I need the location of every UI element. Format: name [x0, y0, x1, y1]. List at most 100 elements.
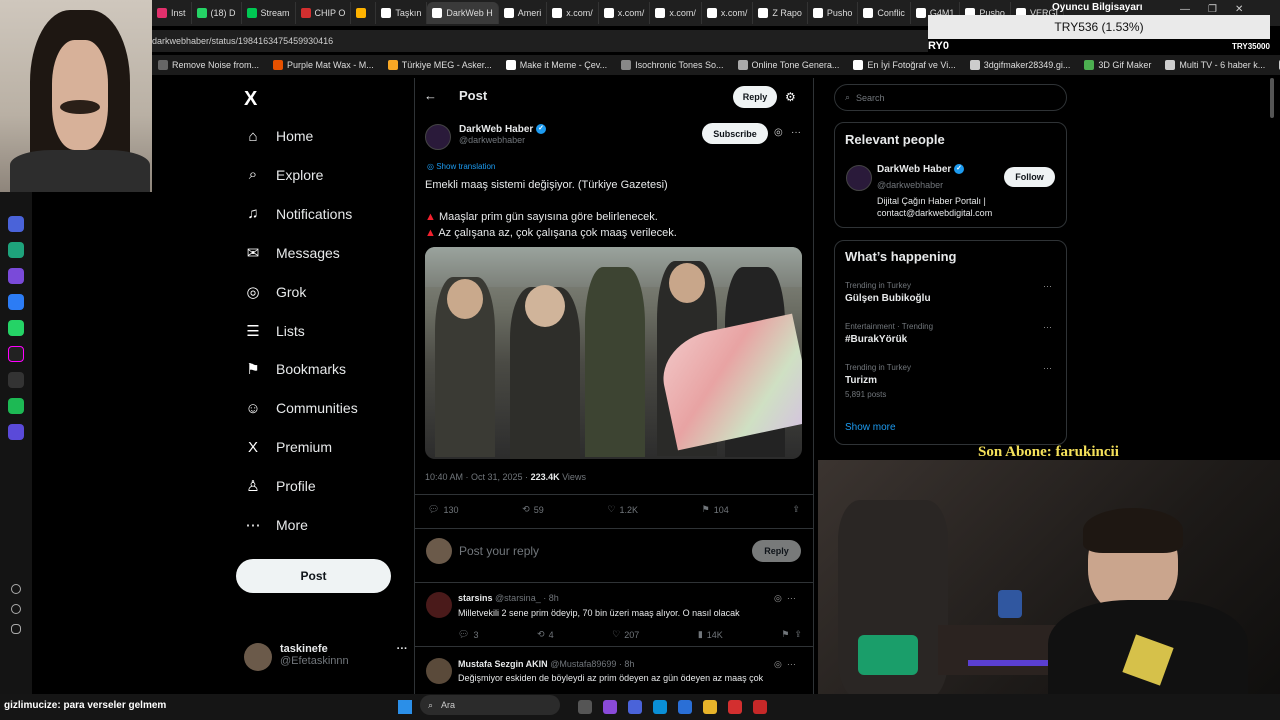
- bookmark-item[interactable]: Make it Meme - Çev...: [505, 60, 607, 70]
- app-icon[interactable]: [753, 700, 767, 714]
- show-translation-link[interactable]: ◎ Show translation: [427, 162, 495, 171]
- address-bar[interactable]: darkwebhaber/status/1984163475459930416: [152, 30, 928, 52]
- repost-action[interactable]: ⟲ 4: [537, 629, 554, 640]
- sidebar-item-premium[interactable]: X Premium: [244, 438, 332, 456]
- bookmark-item[interactable]: 3D Gif Maker: [1084, 60, 1151, 70]
- reply-action[interactable]: 💬︎ 130: [428, 504, 458, 515]
- bookmark-action[interactable]: ⚑ 104: [702, 504, 729, 515]
- copilot-icon[interactable]: [603, 700, 617, 714]
- author-avatar[interactable]: [425, 124, 451, 150]
- reply-author[interactable]: Mustafa Sezgin AKIN: [458, 659, 548, 669]
- show-more-link[interactable]: Show more: [845, 422, 896, 433]
- account-switcher[interactable]: taskinefe @Efetaskinnn ···: [244, 643, 408, 671]
- minimize-icon[interactable]: —: [1180, 4, 1190, 15]
- sidebar-item-home[interactable]: ⌂ Home: [244, 127, 313, 145]
- show-translation-text[interactable]: Show translation: [436, 162, 495, 171]
- bookmark-item[interactable]: Online Tone Genera...: [737, 60, 839, 70]
- search-input[interactable]: ⌕ Search: [834, 84, 1067, 111]
- sidebar-item-grok[interactable]: ◎ Grok: [244, 283, 306, 301]
- more-icon[interactable]: ···: [791, 127, 801, 138]
- back-arrow-icon[interactable]: ←: [424, 88, 437, 103]
- browser-tab[interactable]: DarkWeb H: [427, 2, 499, 24]
- bookmark-action[interactable]: ⚑ ⇪: [781, 629, 802, 640]
- browser-tab[interactable]: x.com/: [599, 2, 651, 24]
- sidebar-item-lists[interactable]: ☰ Lists: [244, 322, 305, 340]
- browser-tab[interactable]: x.com/: [547, 2, 599, 24]
- views-action[interactable]: ▮ 14K: [698, 629, 723, 640]
- browser-tab[interactable]: Pusho: [808, 2, 859, 24]
- post-image[interactable]: [425, 247, 802, 459]
- opera-icon[interactable]: [728, 700, 742, 714]
- author-handle[interactable]: @darkwebhaber: [459, 135, 546, 145]
- reply-handle[interactable]: @Mustafa89699 · 8h: [550, 659, 634, 669]
- reply-input[interactable]: Post your reply: [459, 544, 539, 558]
- chatgpt-icon[interactable]: [8, 242, 24, 258]
- teams-icon[interactable]: [628, 700, 642, 714]
- clock-icon[interactable]: [11, 604, 21, 614]
- subscribe-button[interactable]: Subscribe: [702, 123, 768, 144]
- sidebar-item-bookmarks[interactable]: ⚑ Bookmarks: [244, 360, 346, 378]
- browser-tab[interactable]: CHIP O: [296, 2, 352, 24]
- filter-icon[interactable]: ⚙: [785, 90, 796, 104]
- explorer-icon[interactable]: [703, 700, 717, 714]
- reply-author[interactable]: starsins: [458, 593, 493, 603]
- more-icon[interactable]: ···: [1043, 281, 1052, 291]
- bookmark-item[interactable]: Purple Mat Wax - M...: [273, 60, 374, 70]
- browser-tab[interactable]: x.com/: [650, 2, 702, 24]
- browser-tab[interactable]: Stream: [242, 2, 296, 24]
- sidebar-item-communities[interactable]: ☺ Communities: [244, 399, 357, 417]
- bookmark-item[interactable]: Remove Noise from...: [158, 60, 259, 70]
- reply-submit-button[interactable]: Reply: [752, 540, 801, 562]
- share-action[interactable]: ⇪: [792, 504, 800, 515]
- browser-tab[interactable]: Inst: [152, 2, 192, 24]
- person-name-text[interactable]: DarkWeb Haber: [877, 164, 951, 175]
- trend-item[interactable]: Entertainment · Trending #BurakYörük ···: [845, 322, 1055, 349]
- reply-action[interactable]: 💬︎ 3: [458, 629, 478, 640]
- bookmark-item[interactable]: 3dgifmaker28349.gi...: [969, 60, 1070, 70]
- app-icon[interactable]: [8, 424, 24, 440]
- whatsapp-icon[interactable]: [8, 320, 24, 336]
- reply-button-header[interactable]: Reply: [733, 86, 777, 108]
- trend-item[interactable]: Trending in Turkey Gülşen Bubikoğlu ···: [845, 281, 1055, 308]
- person-handle[interactable]: @darkwebhaber: [877, 180, 943, 190]
- reply-handle[interactable]: @starsina_ · 8h: [495, 593, 559, 603]
- tiktok-icon[interactable]: [8, 346, 24, 362]
- repost-action[interactable]: ⟲ 59: [522, 504, 544, 515]
- grok-icon[interactable]: ◎: [774, 127, 783, 138]
- browser-tab[interactable]: Conflic: [858, 2, 911, 24]
- more-icon[interactable]: ···: [1043, 322, 1052, 332]
- bookmark-item[interactable]: Türkiye MEG - Asker...: [387, 60, 492, 70]
- avatar[interactable]: [426, 658, 452, 684]
- heart-icon[interactable]: [11, 584, 21, 594]
- more-icon[interactable]: ···: [397, 643, 408, 671]
- sidebar-item-more[interactable]: ⋯ More: [244, 516, 308, 534]
- browser-tab[interactable]: (18) D: [192, 2, 242, 24]
- x-icon[interactable]: [8, 372, 24, 388]
- browser-tab[interactable]: [351, 2, 377, 24]
- reply-tools[interactable]: ◎ ···: [774, 593, 796, 604]
- url-text[interactable]: darkwebhaber/status/1984163475459930416: [152, 36, 333, 46]
- task-view-icon[interactable]: [578, 700, 592, 714]
- windows-start-icon[interactable]: [398, 700, 412, 714]
- timestamp-text[interactable]: 10:40 AM · Oct 31, 2025 ·: [425, 472, 531, 482]
- spotify-icon[interactable]: [8, 398, 24, 414]
- messenger-icon[interactable]: [8, 294, 24, 310]
- sidebar-item-messages[interactable]: ✉ Messages: [244, 244, 340, 262]
- sidebar-item-notifications[interactable]: ♫ Notifications: [244, 205, 352, 223]
- edge-icon[interactable]: [653, 700, 667, 714]
- avatar[interactable]: [846, 165, 872, 191]
- reply-tools[interactable]: ◎ ···: [774, 659, 796, 670]
- restore-icon[interactable]: ❐: [1208, 4, 1217, 15]
- app-icon[interactable]: [8, 268, 24, 284]
- taskbar-search[interactable]: ⌕ Ara: [420, 695, 560, 715]
- scrollbar[interactable]: [1270, 78, 1274, 118]
- store-icon[interactable]: [678, 700, 692, 714]
- author-name[interactable]: DarkWeb Haber: [459, 124, 533, 135]
- follow-button[interactable]: Follow: [1004, 167, 1055, 187]
- post-button[interactable]: Post: [236, 559, 391, 593]
- bookmark-item[interactable]: Multi TV - 6 haber k...: [1165, 60, 1265, 70]
- browser-tab[interactable]: Taşkın: [376, 2, 428, 24]
- like-action[interactable]: ♡ 1.2K: [607, 504, 638, 515]
- sidebar-item-profile[interactable]: ♙ Profile: [244, 477, 315, 495]
- x-logo[interactable]: X: [244, 88, 257, 111]
